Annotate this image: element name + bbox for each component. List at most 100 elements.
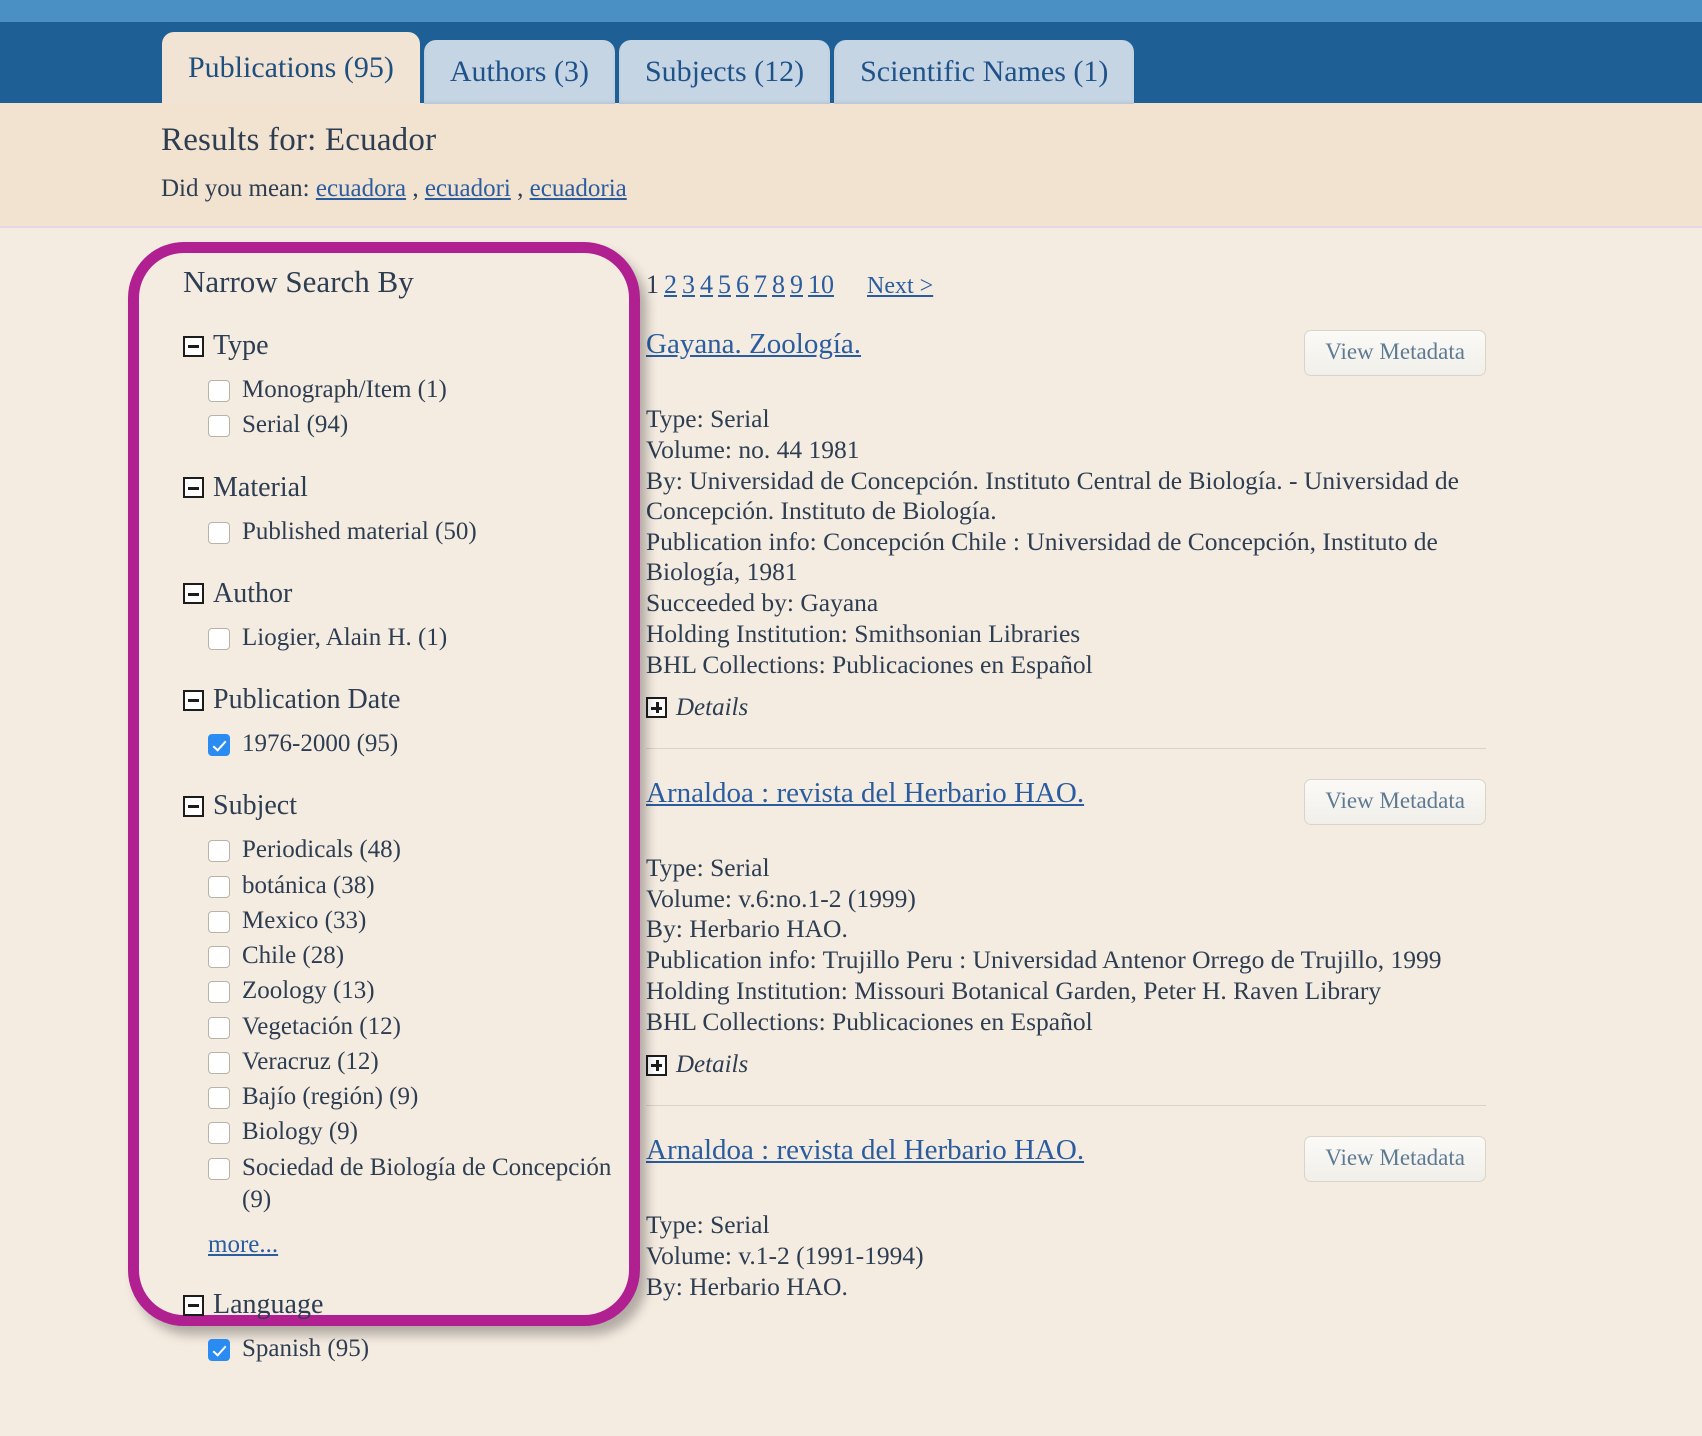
facet-item-label: Bajío (región) (9) — [242, 1081, 620, 1113]
suggestion-link-2[interactable]: ecuadoria — [530, 175, 627, 202]
tab-1[interactable]: Authors (3) — [424, 40, 615, 104]
checkbox-icon[interactable] — [208, 1122, 230, 1144]
result-item: Arnaldoa : revista del Herbario HAO. View… — [646, 748, 1486, 1080]
facet-group-toggle-1[interactable]: Material — [183, 472, 620, 504]
result-title-link[interactable]: Arnaldoa : revista del Herbario HAO. — [646, 777, 1084, 810]
checkbox-icon[interactable] — [208, 981, 230, 1003]
checkbox-checked-icon[interactable] — [208, 734, 230, 756]
checkbox-icon[interactable] — [208, 1087, 230, 1109]
checkbox-icon[interactable] — [208, 380, 230, 402]
page-title: Results for: Ecuador — [161, 122, 436, 159]
checkbox-icon[interactable] — [208, 1052, 230, 1074]
facet-item[interactable]: Veracruz (12) — [208, 1046, 620, 1078]
suggestion-link-0[interactable]: ecuadora — [316, 175, 406, 202]
facet-item-label: Chile (28) — [242, 940, 620, 972]
facet-group-label: Subject — [213, 790, 297, 822]
minus-square-icon — [183, 690, 204, 711]
checkbox-icon[interactable] — [208, 1158, 230, 1180]
result-metadata: Type: SerialVolume: v.1-2 (1991-1994)By:… — [646, 1210, 1486, 1302]
facet-item[interactable]: Serial (94) — [208, 409, 620, 441]
result-metadata-line: BHL Collections: Publicaciones en Españo… — [646, 1007, 1486, 1037]
result-header: Arnaldoa : revista del Herbario HAO. View… — [646, 1134, 1486, 1182]
tab-0[interactable]: Publications (95) — [162, 32, 420, 104]
page-link-10[interactable]: 10 — [808, 270, 834, 300]
view-metadata-button[interactable]: View Metadata — [1304, 330, 1486, 376]
facet-item[interactable]: Spanish (95) — [208, 1333, 620, 1365]
did-you-mean-suggestions: ecuadora , ecuadori , ecuadoria — [316, 175, 627, 202]
page-link-8[interactable]: 8 — [772, 270, 785, 300]
results-banner: Results for: Ecuador Did you mean: ecuad… — [0, 103, 1702, 228]
facet-group-toggle-3[interactable]: Publication Date — [183, 684, 620, 716]
results-column: 12345678910Next > Gayana. Zoología.View … — [646, 250, 1486, 1303]
facet-item[interactable]: botánica (38) — [208, 870, 620, 902]
facet-group-list: Type Monograph/Item (1)Serial (94) Materia… — [150, 330, 620, 1365]
facet-item[interactable]: Mexico (33) — [208, 905, 620, 937]
result-title-link[interactable]: Arnaldoa : revista del Herbario HAO. — [646, 1134, 1084, 1167]
facet-item[interactable]: Bajío (región) (9) — [208, 1081, 620, 1113]
did-you-mean-label: Did you mean: — [161, 175, 310, 202]
page-link-6[interactable]: 6 — [736, 270, 749, 300]
page-link-5[interactable]: 5 — [718, 270, 731, 300]
page-link-7[interactable]: 7 — [754, 270, 767, 300]
checkbox-icon[interactable] — [208, 840, 230, 862]
facet-item-label: Sociedad de Biología de Concepción (9) — [242, 1152, 620, 1217]
view-metadata-button[interactable]: View Metadata — [1304, 779, 1486, 825]
suggestion-link-1[interactable]: ecuadori — [425, 175, 511, 202]
facet-item[interactable]: Biology (9) — [208, 1116, 620, 1148]
result-header: Arnaldoa : revista del Herbario HAO. View… — [646, 777, 1486, 825]
result-metadata-line: Type: Serial — [646, 1210, 1486, 1240]
tab-2[interactable]: Subjects (12) — [619, 40, 830, 104]
checkbox-icon[interactable] — [208, 911, 230, 933]
facet-item[interactable]: Monograph/Item (1) — [208, 374, 620, 406]
view-metadata-button[interactable]: View Metadata — [1304, 1136, 1486, 1182]
checkbox-icon[interactable] — [208, 876, 230, 898]
result-title-link[interactable]: Gayana. Zoología. — [646, 328, 861, 361]
facet-item[interactable]: Sociedad de Biología de Concepción (9) — [208, 1152, 620, 1217]
checkbox-icon[interactable] — [208, 1017, 230, 1039]
checkbox-checked-icon[interactable] — [208, 1339, 230, 1361]
facet-group-toggle-5[interactable]: Language — [183, 1289, 620, 1321]
plus-square-icon — [646, 697, 667, 718]
tab-3[interactable]: Scientific Names (1) — [834, 40, 1134, 104]
details-expander[interactable]: Details — [646, 694, 1486, 722]
next-page-link[interactable]: Next > — [867, 273, 933, 300]
facet-group-toggle-2[interactable]: Author — [183, 578, 620, 610]
pagination: 12345678910Next > — [646, 270, 1486, 300]
facet-more-link[interactable]: more... — [208, 1231, 278, 1259]
result-metadata-line: Type: Serial — [646, 404, 1486, 434]
facet-item[interactable]: Published material (50) — [208, 516, 620, 548]
facet-item[interactable]: Liogier, Alain H. (1) — [208, 622, 620, 654]
facet-item[interactable]: Chile (28) — [208, 940, 620, 972]
facet-item-list: Published material (50) — [208, 516, 620, 548]
page-link-9[interactable]: 9 — [790, 270, 803, 300]
facet-item-label: Liogier, Alain H. (1) — [242, 622, 620, 654]
details-expander[interactable]: Details — [646, 1051, 1486, 1079]
page-link-3[interactable]: 3 — [682, 270, 695, 300]
checkbox-icon[interactable] — [208, 522, 230, 544]
checkbox-icon[interactable] — [208, 415, 230, 437]
facet-group-label: Language — [213, 1289, 323, 1321]
facet-group-toggle-4[interactable]: Subject — [183, 790, 620, 822]
checkbox-icon[interactable] — [208, 946, 230, 968]
facet-item[interactable]: Vegetación (12) — [208, 1011, 620, 1043]
facet-item[interactable]: Zoology (13) — [208, 975, 620, 1007]
facet-group-toggle-0[interactable]: Type — [183, 330, 620, 362]
facet-item-label: Biology (9) — [242, 1116, 620, 1148]
result-metadata-line: Publication info: Trujillo Peru : Univer… — [646, 945, 1486, 975]
result-type-tabs: Publications (95)Authors (3)Subjects (12… — [162, 32, 1134, 104]
suggestion-separator: , — [511, 175, 530, 202]
facet-group-language: Language Spanish (95) — [150, 1289, 620, 1365]
facet-item[interactable]: 1976-2000 (95) — [208, 728, 620, 760]
page-link-2[interactable]: 2 — [664, 270, 677, 300]
facet-item-list: Periodicals (48) botánica (38)Mexico (33)… — [208, 834, 620, 1259]
suggestion-separator: , — [406, 175, 425, 202]
result-metadata-line: Publication info: Concepción Chile : Uni… — [646, 527, 1486, 587]
minus-square-icon — [183, 1295, 204, 1316]
page-link-4[interactable]: 4 — [700, 270, 713, 300]
facet-item-label: Veracruz (12) — [242, 1046, 620, 1078]
checkbox-icon[interactable] — [208, 628, 230, 650]
facet-item-label: botánica (38) — [242, 870, 620, 902]
result-metadata: Type: SerialVolume: no. 44 1981By: Unive… — [646, 404, 1486, 680]
facet-item[interactable]: Periodicals (48) — [208, 834, 620, 866]
result-metadata-line: Volume: no. 44 1981 — [646, 435, 1486, 465]
